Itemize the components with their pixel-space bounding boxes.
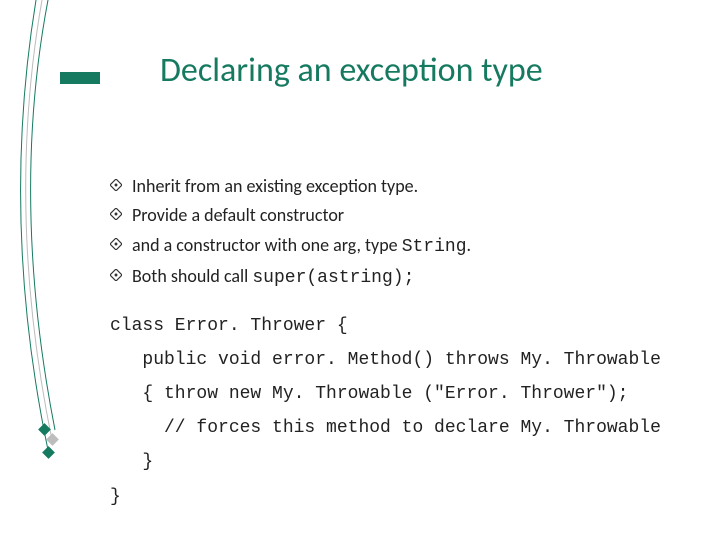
bullet-item: Provide a default constructor	[110, 204, 670, 227]
diamond-icon	[110, 234, 132, 250]
slide-title: Declaring an exception type	[160, 50, 543, 91]
title-bullet-shape	[60, 72, 100, 84]
code-line: }	[110, 480, 670, 514]
code-block: class Error. Thrower { public void error…	[110, 309, 670, 514]
bullet-code: super(astring);	[252, 268, 414, 288]
bullet-text: Provide a default constructor	[132, 204, 344, 227]
bullet-item: Both should call super(astring);	[110, 265, 670, 290]
code-line: // forces this method to declare My. Thr…	[110, 411, 670, 445]
code-line: class Error. Thrower {	[110, 309, 670, 343]
code-line: public void error. Method() throws My. T…	[110, 343, 670, 377]
bullet-text-pre: and a constructor with one arg, type	[132, 234, 402, 256]
bullet-text: Inherit from an existing exception type.	[132, 175, 418, 198]
bullet-text-pre: Both should call	[132, 265, 252, 287]
slide-body: Inherit from an existing exception type.…	[110, 175, 670, 514]
bullet-text-post: .	[467, 234, 472, 256]
code-line: }	[110, 445, 670, 479]
diamond-icon	[110, 265, 132, 281]
bullet-code: String	[402, 237, 467, 257]
diamond-icon	[110, 175, 132, 191]
code-line: { throw new My. Throwable ("Error. Throw…	[110, 377, 670, 411]
bullet-item: Inherit from an existing exception type.	[110, 175, 670, 198]
bullet-item: and a constructor with one arg, type Str…	[110, 234, 670, 259]
diamond-icon	[110, 204, 132, 220]
bullet-text: Both should call super(astring);	[132, 265, 414, 290]
bullet-text: and a constructor with one arg, type Str…	[132, 234, 471, 259]
